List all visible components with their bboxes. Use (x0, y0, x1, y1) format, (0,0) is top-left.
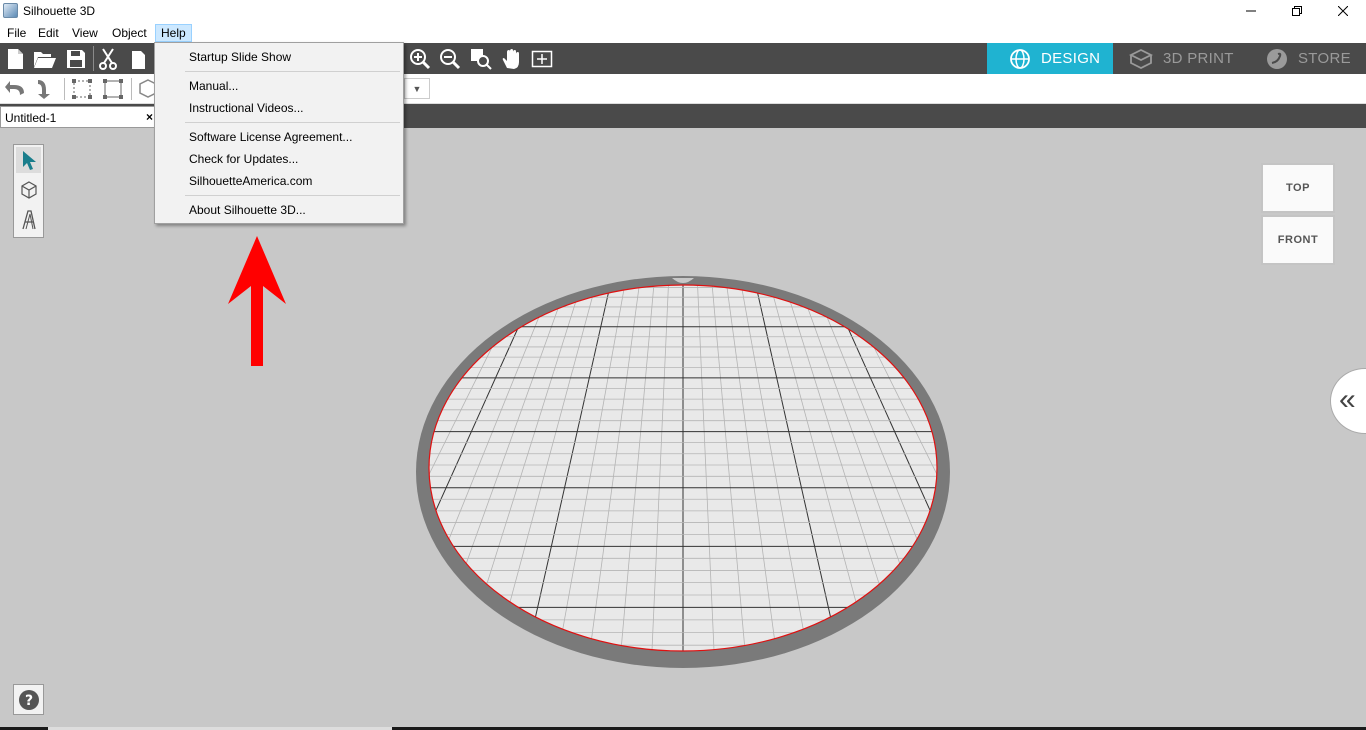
document-tab-label: Untitled-1 (5, 111, 57, 125)
svg-text:?: ? (24, 693, 32, 709)
menu-item-manual[interactable]: Manual... (189, 79, 238, 93)
grid-line (429, 285, 442, 651)
store-icon (1267, 48, 1287, 69)
tab-store-label: STORE (1298, 50, 1351, 67)
menu-edit[interactable]: Edit (33, 24, 64, 42)
menu-help[interactable]: Help (155, 24, 192, 42)
view-cube-front[interactable]: FRONT (1261, 215, 1335, 265)
zoom-out-icon (440, 49, 461, 70)
menu-item-instructional-videos[interactable]: Instructional Videos... (189, 101, 304, 115)
copy-button[interactable] (126, 47, 150, 71)
scissors-icon (99, 48, 117, 70)
menu-item-startup-slide-show[interactable]: Startup Slide Show (189, 50, 291, 64)
restore-button[interactable] (1274, 0, 1320, 22)
zoom-out-button[interactable] (438, 47, 462, 71)
help-icon: ? (18, 689, 39, 710)
grid-line (429, 285, 456, 651)
cube-icon (20, 181, 37, 199)
grid-line (940, 278, 1248, 658)
zoom-in-button[interactable] (408, 47, 432, 71)
toolbar-dropdown[interactable]: ▼ (404, 78, 430, 99)
text-3d-icon (21, 210, 36, 230)
3d-print-icon (1129, 48, 1153, 69)
document-tab[interactable]: Untitled-1 × (0, 106, 156, 128)
menu-item-check-updates[interactable]: Check for Updates... (189, 152, 298, 166)
grid-line (968, 278, 1310, 658)
menu-separator (185, 195, 400, 196)
restore-icon (1292, 6, 1302, 16)
cut-button[interactable] (96, 47, 120, 71)
folder-open-icon (34, 52, 56, 68)
tab-3d-print[interactable]: 3D PRINT (1113, 43, 1248, 74)
open-button[interactable] (33, 47, 57, 71)
tab-design[interactable]: DESIGN (987, 43, 1113, 74)
close-icon (1338, 6, 1348, 16)
text-tool[interactable] (16, 207, 41, 233)
tab-3d-print-label: 3D PRINT (1163, 50, 1234, 67)
new-document-icon (8, 49, 23, 69)
globe-icon (1010, 48, 1030, 69)
window-title: Silhouette 3D (23, 4, 96, 18)
double-chevron-left-icon: « (1339, 383, 1356, 416)
grid-line (954, 278, 1279, 658)
grid-line (910, 285, 937, 651)
toolbar-separator (64, 78, 65, 100)
grid-line (924, 285, 937, 651)
menu-item-license-agreement[interactable]: Software License Agreement... (189, 130, 352, 144)
zoom-in-icon (410, 49, 431, 70)
hand-icon (502, 49, 519, 69)
minimize-button[interactable] (1228, 0, 1274, 22)
group-button[interactable] (70, 77, 94, 101)
group-icon (72, 79, 92, 99)
save-button[interactable] (64, 47, 88, 71)
view-cube-top[interactable]: TOP (1261, 163, 1335, 213)
tab-design-label: DESIGN (1041, 50, 1101, 67)
red-arrow-annotation (228, 236, 286, 366)
fit-page-icon (531, 50, 553, 68)
title-bar: Silhouette 3D (0, 0, 1366, 22)
undo-icon (5, 81, 24, 95)
ungroup-button[interactable] (101, 77, 125, 101)
undo-button[interactable] (3, 77, 27, 101)
menu-view[interactable]: View (67, 24, 103, 42)
menu-item-about[interactable]: About Silhouette 3D... (189, 203, 306, 217)
menu-separator (185, 71, 400, 72)
zoom-fit-icon (471, 49, 492, 70)
ungroup-icon (103, 79, 123, 99)
toolbar-separator (131, 78, 132, 100)
shape-tool[interactable] (16, 177, 41, 203)
close-tab-icon[interactable]: × (146, 110, 153, 124)
new-document-button[interactable] (3, 47, 27, 71)
save-icon (67, 50, 85, 68)
pan-button[interactable] (499, 47, 523, 71)
tab-store[interactable]: STORE (1248, 43, 1366, 74)
menu-object[interactable]: Object (107, 24, 152, 42)
fit-page-button[interactable] (530, 47, 554, 71)
help-menu-dropdown: Startup Slide Show Manual... Instruction… (154, 42, 404, 224)
redo-icon (38, 80, 50, 99)
view-cube[interactable]: TOP FRONT (1261, 163, 1335, 265)
pointer-icon (22, 151, 36, 170)
zoom-fit-button[interactable] (469, 47, 493, 71)
menu-item-silhouette-america[interactable]: SilhouetteAmerica.com (189, 174, 312, 188)
menu-separator (185, 122, 400, 123)
close-window-button[interactable] (1320, 0, 1366, 22)
redo-button[interactable] (33, 77, 57, 101)
tool-panel (13, 144, 44, 238)
app-icon (3, 3, 18, 18)
minimize-icon (1246, 10, 1256, 12)
toolbar-separator (93, 46, 94, 71)
menu-file[interactable]: File (2, 24, 31, 42)
copy-icon (132, 51, 145, 69)
help-button[interactable]: ? (13, 684, 44, 715)
menu-bar: File Edit View Object Help (0, 22, 1366, 43)
select-tool[interactable] (16, 147, 41, 173)
